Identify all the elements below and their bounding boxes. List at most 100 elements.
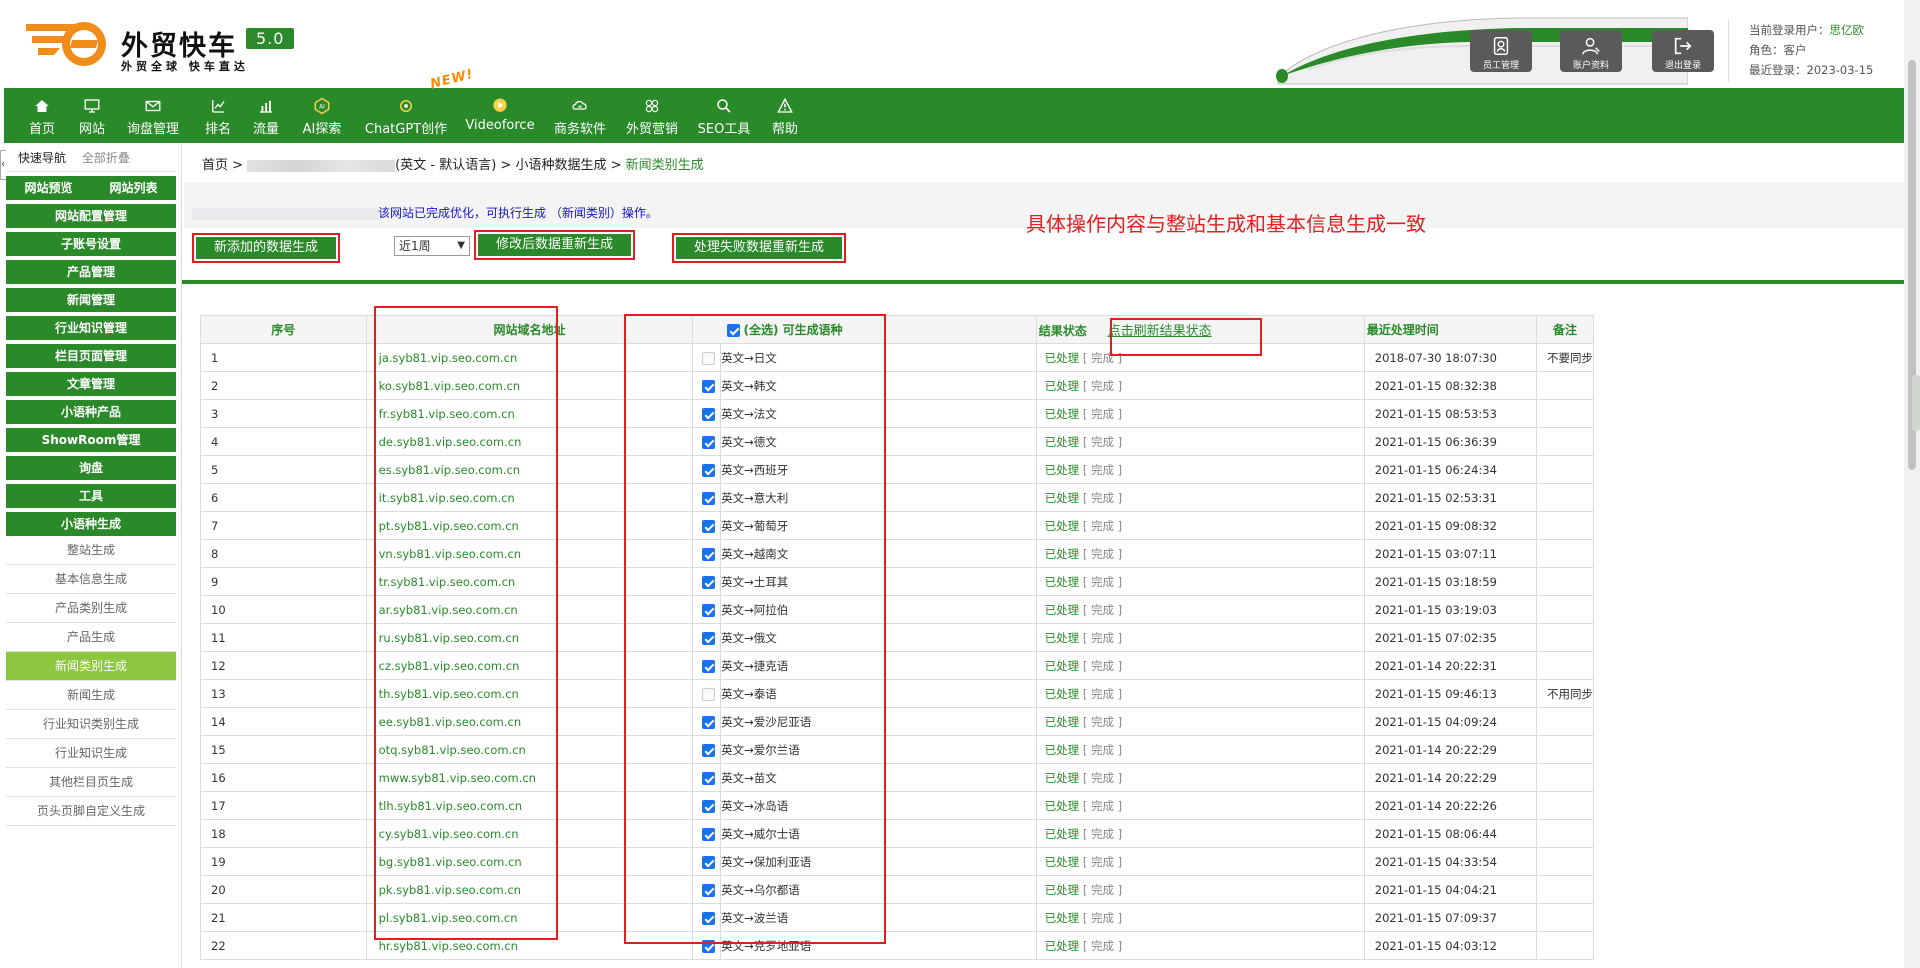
sidebar-subitem[interactable]: 整站生成 — [6, 536, 176, 565]
row-checkbox[interactable] — [702, 799, 716, 813]
row-checkbox[interactable] — [702, 687, 716, 701]
row-domain[interactable]: hr.syb81.vip.seo.com.cn — [365, 931, 694, 960]
side-widget[interactable] — [1912, 375, 1920, 431]
row-checkbox[interactable] — [702, 491, 716, 505]
row-checkbox[interactable] — [702, 855, 716, 869]
nav-ai-explore[interactable]: AI AI探索 — [294, 88, 350, 143]
row-domain[interactable]: otq.syb81.vip.seo.com.cn — [365, 735, 694, 764]
select-all-checkbox[interactable] — [727, 324, 741, 337]
row-checkbox[interactable] — [702, 771, 716, 785]
sidebar-subitem[interactable]: 产品类别生成 — [6, 594, 176, 623]
nav-label: 网站 — [78, 122, 105, 137]
sidebar-group[interactable]: 询盘 — [6, 456, 176, 480]
row-time: 2021-01-15 08:06:44 — [1363, 819, 1537, 848]
sidebar-subitem-active[interactable]: 新闻类别生成 — [6, 652, 176, 681]
row-checkbox[interactable] — [702, 519, 716, 533]
row-domain[interactable]: de.syb81.vip.seo.com.cn — [365, 427, 694, 456]
sidebar-subitem[interactable]: 其他栏目页生成 — [6, 768, 176, 797]
row-domain[interactable]: ar.syb81.vip.seo.com.cn — [365, 595, 694, 624]
breadcrumb-parent[interactable]: 小语种数据生成 > — [515, 158, 621, 173]
breadcrumb-home[interactable]: 首页 > — [202, 158, 243, 173]
row-checkbox[interactable] — [702, 407, 716, 421]
row-domain[interactable]: pt.syb81.vip.seo.com.cn — [365, 511, 694, 540]
nav-traffic[interactable]: 流量 — [242, 88, 290, 143]
sidebar-subitem[interactable]: 行业知识类别生成 — [6, 710, 176, 739]
row-domain[interactable]: cy.syb81.vip.seo.com.cn — [365, 819, 694, 848]
page-scrollbar[interactable] — [1904, 0, 1920, 968]
row-domain[interactable]: ja.syb81.vip.seo.com.cn — [365, 343, 694, 372]
nav-videoforce[interactable]: Videoforce — [462, 88, 538, 143]
row-checkbox[interactable] — [702, 463, 716, 477]
row-checkbox[interactable] — [702, 827, 716, 841]
tab-site-list[interactable]: 网站列表 — [91, 176, 176, 200]
row-domain[interactable]: mww.syb81.vip.seo.com.cn — [365, 763, 694, 792]
nav-seo-tools[interactable]: SEO工具 — [694, 88, 754, 143]
sidebar-group[interactable]: 新闻管理 — [6, 288, 176, 312]
nav-business-software[interactable]: 商务软件 — [548, 88, 612, 143]
nav-home[interactable]: 首页 — [16, 88, 68, 143]
sidebar-subitem[interactable]: 页头页脚自定义生成 — [6, 797, 176, 826]
row-domain[interactable]: pl.syb81.vip.seo.com.cn — [365, 903, 694, 932]
row-domain[interactable]: ee.syb81.vip.seo.com.cn — [365, 707, 694, 736]
row-checkbox[interactable] — [702, 883, 716, 897]
row-domain[interactable]: tlh.syb81.vip.seo.com.cn — [365, 791, 694, 820]
nav-website[interactable]: 网站 — [68, 88, 116, 143]
collapse-all-link[interactable]: 全部折叠 — [82, 151, 130, 165]
row-checkbox[interactable] — [702, 743, 716, 757]
row-checkbox[interactable] — [702, 911, 716, 925]
row-checkbox[interactable] — [702, 631, 716, 645]
tab-site-preview[interactable]: 网站预览 — [6, 176, 91, 200]
row-domain[interactable]: th.syb81.vip.seo.com.cn — [365, 679, 694, 708]
refresh-status-link[interactable]: 点击刷新结果状态 — [1108, 324, 1212, 339]
sidebar-group[interactable]: 工具 — [6, 484, 176, 508]
logout-button[interactable]: 退出登录 — [1652, 30, 1714, 72]
row-checkbox[interactable] — [702, 351, 716, 365]
sidebar-subitem[interactable]: 新闻生成 — [6, 681, 176, 710]
row-checkbox[interactable] — [702, 575, 716, 589]
sidebar-group-multilang-generate[interactable]: 小语种生成 — [6, 512, 176, 536]
row-checkbox[interactable] — [702, 379, 716, 393]
row-checkbox[interactable] — [702, 715, 716, 729]
row-checkbox[interactable] — [702, 659, 716, 673]
sidebar-group[interactable]: 小语种产品 — [6, 400, 176, 424]
row-domain[interactable]: cz.syb81.vip.seo.com.cn — [365, 651, 694, 680]
regenerate-failed-button[interactable]: 处理失败数据重新生成 — [676, 237, 843, 259]
nav-help[interactable]: 帮助 — [762, 88, 808, 143]
row-domain[interactable]: it.syb81.vip.seo.com.cn — [365, 483, 694, 512]
row-checkbox[interactable] — [702, 939, 716, 953]
nav-trade-marketing[interactable]: 外贸营销 — [620, 88, 684, 143]
sidebar-group[interactable]: ShowRoom管理 — [6, 428, 176, 452]
status-done: 已处理 — [1044, 546, 1080, 561]
row-domain[interactable]: tr.syb81.vip.seo.com.cn — [365, 567, 694, 596]
row-domain[interactable]: ko.syb81.vip.seo.com.cn — [365, 371, 694, 400]
logo[interactable]: 外贸快车 5.0 外贸全球 快车直达 — [24, 18, 324, 78]
sidebar-group[interactable]: 文章管理 — [6, 372, 176, 396]
sidebar-subitem[interactable]: 基本信息生成 — [6, 565, 176, 594]
nav-inquiry[interactable]: 询盘管理 — [120, 88, 186, 143]
account-info-button[interactable]: 账户资料 — [1560, 30, 1622, 72]
row-domain[interactable]: es.syb81.vip.seo.com.cn — [365, 455, 694, 484]
breadcrumb-site[interactable]: (英文 - 默认语言) > — [395, 158, 511, 173]
nav-ranking[interactable]: 排名 — [194, 88, 242, 143]
row-domain[interactable]: fr.syb81.vip.seo.com.cn — [365, 399, 694, 428]
sidebar-group[interactable]: 产品管理 — [6, 260, 176, 284]
row-checkbox[interactable] — [702, 547, 716, 561]
staff-management-button[interactable]: 员工管理 — [1470, 30, 1532, 72]
sidebar-group[interactable]: 子账号设置 — [6, 232, 176, 256]
row-checkbox[interactable] — [702, 603, 716, 617]
regenerate-modified-button[interactable]: 修改后数据重新生成 — [478, 234, 632, 256]
sidebar-subitem[interactable]: 行业知识生成 — [6, 739, 176, 768]
row-domain[interactable]: pk.syb81.vip.seo.com.cn — [365, 875, 694, 904]
nav-chatgpt[interactable]: ChatGPT创作 — [360, 88, 452, 143]
row-domain[interactable]: ru.syb81.vip.seo.com.cn — [365, 623, 694, 652]
row-domain[interactable]: vn.syb81.vip.seo.com.cn — [365, 539, 694, 568]
main-content: 首页 > (英文 - 默认语言) > 小语种数据生成 > 新闻类别生成 该网站已… — [182, 144, 1904, 968]
sidebar-group[interactable]: 网站配置管理 — [6, 204, 176, 228]
period-select[interactable]: 近1周 ▼ — [394, 236, 470, 256]
sidebar-subitem[interactable]: 产品生成 — [6, 623, 176, 652]
row-checkbox[interactable] — [702, 435, 716, 449]
row-domain[interactable]: bg.syb81.vip.seo.com.cn — [365, 847, 694, 876]
sidebar-group[interactable]: 栏目页面管理 — [6, 344, 176, 368]
sidebar-group[interactable]: 行业知识管理 — [6, 316, 176, 340]
generate-new-button[interactable]: 新添加的数据生成 — [196, 237, 337, 259]
